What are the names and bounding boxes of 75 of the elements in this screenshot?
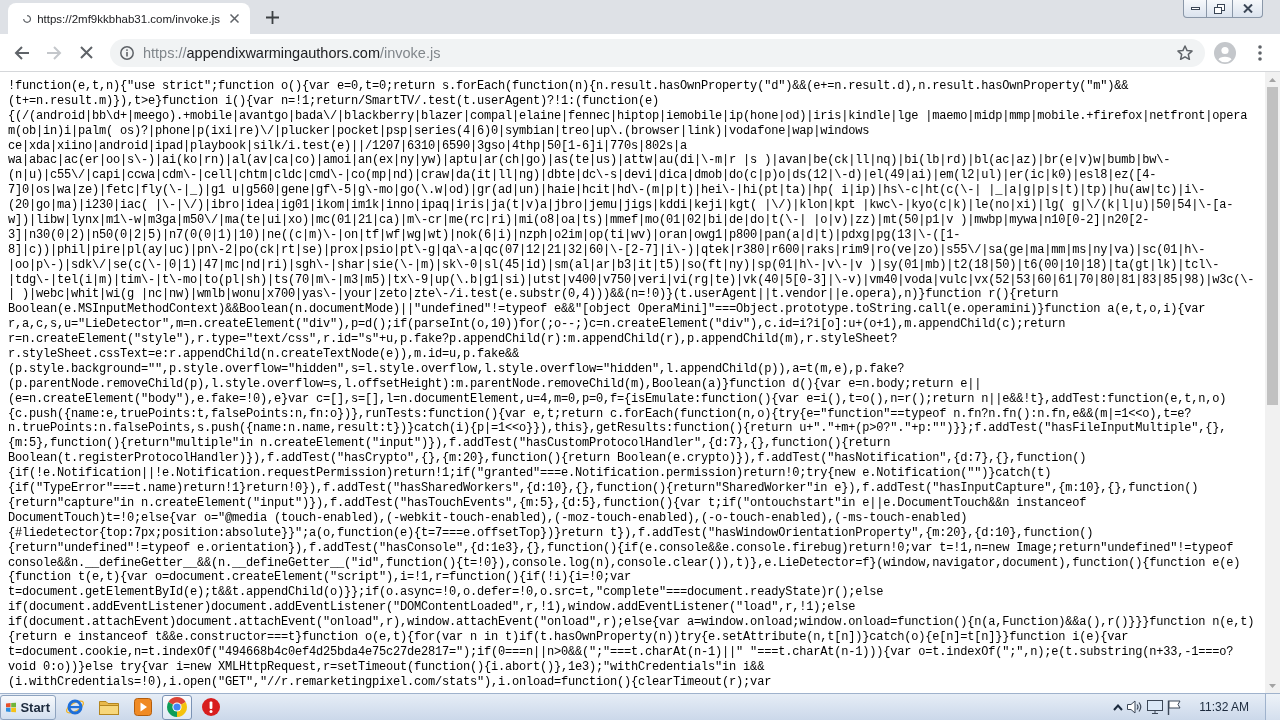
minimize-button[interactable] xyxy=(1183,0,1207,18)
circle-logo-icon xyxy=(167,697,187,717)
code-line: (20|go|ma)|i230|iac( |\-|\/)|ibro|idea|ig01|ikom|im1k|inno|ipaq|iris|ja(t|v)a|jbro|jemu|jigs|kddi|keji|kgt( |\/)|klon|kpt |kwc\-|kyo(c|k)|le(no|xi)|lg( g|\/(k|l|u)|50|54|\-[a- xyxy=(8,198,1234,213)
avatar-icon xyxy=(1214,41,1236,64)
code-line: console&&n.__defineGetter__&&(n.__defineGetter__("id",function(){t=!0}),console.log(n),console.clear()),t)},e.LieDetector=f}(window,navigator,document),function(){function e(e) xyxy=(8,555,1241,571)
code-line: if(document.attachEvent)document.attachEvent("onload",r),window.attachEvent("onload",r);else{var a=window.onload;window.onload=function(){n(a,Function)&&a(),r()}}}function n(e,t) xyxy=(8,615,1255,630)
code-line: {return e instanceof t&&e.constructor===t}function o(e,t){for(var n in t)if(t.hasOwnProperty(n))try{e.setAttribute(n,t[n])}catch(o){e[n]=t[n]}}function i(e){var xyxy=(8,629,1129,645)
code-line: m(ob|in)i|palm( os)?|phone|p(ixi|re)\/|plucker|pocket|psp|series(4|6)0|symbian|treo|up\.(browser|link)|vodafone|wap|windows xyxy=(8,123,870,139)
chevron-up-icon xyxy=(1113,703,1124,711)
plus-icon xyxy=(265,10,279,24)
code-line: {if(!e.Notification||!e.Notification.requestPermission)return!1;if("granted"===e.Notification.permission)return!0;try{new e.Notification("")}catch(t) xyxy=(8,466,1052,482)
code-line: 7]0|os|wa|ze)|fetc|fly(\-|_)|g1 u|g560|gene|gf\-5|g\-mo|go(\.w|od)|gr(ad|un)|haie|hcit|hd\-(m|p|t)|hei\-|hi(pt|ta)|hp( i|ip)|hs\-c|ht(c(\-| |_|a|g|p|s|t)|tp)|hu(aw|tc)|i\- xyxy=(8,183,1206,199)
code-line: if(document.addEventListener)document.addEventListener("DOMContentLoaded",r,!1),window.addEventListener("load",r,!1);else xyxy=(8,600,856,616)
taskbar-clock[interactable]: 11:32 AM xyxy=(1199,700,1249,714)
code-line: t=document.getElementById(e);t&&t.appendChild(o)}};if(o.async=!0,o.defer=!0,o.src=t,"complete"===document.readyState)r();else xyxy=(8,585,884,601)
code-line: {#liedetector{top:7px;position:absolute}}";a(o,function(e){t=7===e.offsetTop})}return t}),f.addTest("hasWindowOrientationProperty",{m:20},{d:10},function() xyxy=(8,525,1094,541)
tab-title: https://2mf9kkbhab31.com/invoke.js xyxy=(37,12,220,25)
close-window-button[interactable] xyxy=(1233,0,1263,18)
code-line: | )|webc|whit|wi(g |nc|nw)|wmlb|wonu|x700|yas\-|your|zeto|zte\-/i.test(e.substr(0,4)))&&(n=!0)}(t.userAgent||t.vendor||e.opera),n)}function r(){return xyxy=(8,287,1059,303)
close-icon xyxy=(1242,4,1253,13)
speaker-icon xyxy=(1127,700,1144,714)
exclamation-icon xyxy=(202,698,220,716)
code-line: r=n.createElement("style"),r.type="text/css",r.id="s"+u,p.fake?p.appendChild(r):m.appendChild(r),p.appendChild(m),r.styleSheet? xyxy=(8,332,898,348)
play-icon xyxy=(134,698,152,716)
code-line: {if("TypeError"===t.name)return!1}return!0}),f.addTest("hasSharedWorkers",{d:10},{},function(){return"SharedWorker"in e}),f.addTest("hasInputCapture",{m:10},{},function() xyxy=(8,481,1199,496)
code-line: (e=n.createElement("body"),e.fake=!0),e}var c=[],s=[],l=n.documentElement,u=4,m=0,p=0,f={isEmulate:function(){var e=i(),t=o(),n=r();return n||e&&!t},addTest:function(e,t,n,o) xyxy=(8,391,1227,407)
close-icon xyxy=(229,14,239,23)
code-line: n.truePoints:n.falsePoints,s.push({name:n.name,result:t})}catch(i){p|=1<<o}}),this},getResults:function(){return u+"."+m+(p>0?"."+p:"")}};f.addTest("hasFileInputMultiple",{}, xyxy=(8,421,1227,437)
caret-up-icon xyxy=(1269,77,1276,82)
cross-icon xyxy=(79,46,93,59)
arrow-left-icon xyxy=(14,45,30,60)
code-line: {return"capture"in n.createElement("input")}),f.addTest("hasTouchEvents",{m:5},{d:5},function(){var t;if("ontouchstart"in e||e.DocumentTouch&&n instanceof xyxy=(8,495,1087,511)
code-line: r.styleSheet.cssText=e:r.appendChild(n.createTextNode(e)),m.id=u,p.fake&& xyxy=(8,347,520,362)
start-button[interactable]: Start xyxy=(0,694,56,720)
code-line: DocumentTouch)t=!0;else{var o="@media (touch-enabled),(-webkit-touch-enabled),(-moz-touch-enabled),(-o-touch-enabled),(-ms-touch-enabled) xyxy=(8,510,968,526)
code-line: t=document.cookie,n=t.indexOf("494668b4c0ef4d25bda4e75c27de2817=");if(0===n||n>0&&(";"===t.charAt(n-1)||" "===t.charAt(n-1))){var o=t.indexOf(";",n);e(t.substring(n+33,-1===o? xyxy=(8,644,1234,660)
monitor-icon xyxy=(1147,700,1164,714)
code-line: 8]|c))|phil|pire|pl(ay|uc)|pn\-2|po(ck|rt|se)|prox|psio|pt\-g|qa\-a|qc(07|12|21|32|60|\-[2-7]|i\-)|qtek|r380|r600|raks|rim9|ro(ve|zo)|s55\/|sa(ge|ma|mm|ms|ny|va)|sc(01|h\- xyxy=(8,242,1206,258)
code-line: |tdg\-|tel(i|m)|tim\-|t\-mo|to(pl|sh)|ts(70|m\-|m3|m5)|tx\-9|up(\.b|g1|si)|utst|v400|v750|veri|vi(rg|te)|vk(40|5[0-3]|\-v)|vm40|voda|vulc|vx(52|53|60|61|70|80|81|83|85|98)|w3c(\- xyxy=(8,272,1255,288)
code-line: (n|u)|c55\/|capi|ccwa|cdm\-|cell|chtm|cldc|cmd\-|co(mp|nd)|craw|da(it|ll|ng)|dbte|dc\-s|devi|dica|dmob|do(c|p)o|ds(12|\-d)|el(49|ai)|em(l2|ul)|er(ic|k0)|esl8|ez([4- xyxy=(8,168,1157,184)
folder-icon xyxy=(99,699,119,715)
code-line: !function(e,t,n){"use strict";function o(){var e=0,t=0;return s.forEach(function(n){n.result.hasOwnProperty("d")&&(e+=n.result.d),n.result.hasOwnProperty("m")&& xyxy=(8,79,1129,94)
code-line: {(/(android|bb\d+|meego).+mobile|avantgo|bada\/|blackberry|blazer|compal|elaine|fennec|hiptop|iemobile|ip(hone|od)|iris|kindle|lge |maemo|midp|mmp|mobile.+firefox|netfront|opera xyxy=(8,108,1248,124)
code-line: {m:5},function(){return"multiple"in n.createElement("input")}),f.addTest("hasCustomProtocolHandler",{d:7},{},function(){return xyxy=(8,436,891,452)
code-line: Boolean(t.registerProtocolHandler)}),f.addTest("hasCrypto",{},{m:20},function(){return Boolean(e.crypto)}),f.addTest("hasNotification",{d:7},{},function() xyxy=(8,451,1087,467)
flag-icon xyxy=(1167,699,1182,715)
e-logo-icon xyxy=(65,697,85,717)
code-line: void 0:o))}else try{var i=new XMLHttpRequest,r=setTimeout(function(){i.abort()},1e3);"withCredentials"in i&& xyxy=(8,659,765,675)
taskbar-app-button[interactable] xyxy=(162,694,192,720)
code-line: (p.style.background="",p.style.overflow="hidden",s=l.style.overflow,l.style.overflow="hidden",l.appendChild(p)),a=t(m,e),p.fake? xyxy=(8,361,905,377)
code-line: {c.push({name:e,truePoints:t,falsePoints:n,fn:o})},runTests:function(){var e,t;return c.forEach(function(n,o){try{e="function"==typeof n.fn?n.fn():n.fn,e&&(m|=1<<o),t=e? xyxy=(8,406,1192,422)
code-line: {function t(e,t){var o=document.createElement("script"),i=!1,r=function(){if(!i){i=!0;var xyxy=(8,570,632,586)
restore-button[interactable] xyxy=(1207,0,1233,18)
code-line: 3]|n30(0|2)|n50(0|2|5)|n7(0(0|1)|10)|ne((c|m)\-|on|tf|wf|wg|wt)|nok(6|i)|nzph|o2im|op(ti|wv)|oran|owg1|p800|pan(a|d|t)|pdxg|pg(13|\-([1- xyxy=(8,227,961,243)
info-icon xyxy=(120,45,134,60)
address-bar[interactable]: https://appendixwarmingauthors.com/invoke.js xyxy=(110,38,1205,67)
menu-icon xyxy=(1258,44,1262,61)
caret-down-icon xyxy=(1269,683,1276,688)
code-line: (t+=n.result.m)}),t>e}function i(){var n=!1;return/SmartTV/.test(t.userAgent)?!1:(function(e) xyxy=(8,93,660,109)
url-text: https://appendixwarmingauthors.com/invoke.js xyxy=(143,44,441,61)
minimize-icon xyxy=(1190,7,1200,10)
restore-icon xyxy=(1214,3,1225,14)
arrow-right-icon xyxy=(46,45,62,60)
code-line: |oo|p\-)|sdk\/|se(c(\-|0|1)|47|mc|nd|ri)|sgh\-|shar|sie(\-|m)|sk\-0|sl(45|id)|sm(al|ar|b3|it|t5)|so(ft|ny)|sp(01|h\-|v\-|v )|sy(01|mb)|t2(18|50)|t6(00|10|18)|ta(gt|lk)|tcl\- xyxy=(8,257,1220,273)
scrollbar-thumb[interactable] xyxy=(1267,87,1278,405)
code-line: (p.parentNode.removeChild(p),l.style.overflow=s,l.offsetHeight):m.parentNode.removeChild(m),Boolean(a)}function d(){var e=n.body;return e|| xyxy=(8,376,982,392)
code-line: wa|abac|ac(er|oo|s\-)|ai(ko|rn)|al(av|ca|co)|amoi|an(ex|ny|yw)|aptu|ar(ch|go)|as(te|us)|attw|au(di|\-m|r |s )|avan|be(ck|ll|nq)|bi(lb|rd)|bl(ac|az)|br(e|v)w|bumb|bw\- xyxy=(8,153,1171,169)
code-line: r,a,c,s,u="LieDetector",m=n.createElement("div"),p=d();if(parseInt(o,10))for(;o--;)c=n.createElement("div"),c.id=i?i[o]:u+(o+1),m.appendChild(c);return xyxy=(8,317,1066,333)
code-line: ce|xda|xiino|android|ipad|playbook|silk/i.test(e)||/1207|6310|6590|3gso|4thp|50[1-6]i|770s|802s|a xyxy=(8,138,688,154)
code-line: {return"undefined"!=typeof e.orientation}),f.addTest("hasConsole",{d:1e3},{},function(){if(e.console&&e.console.firebug)return!0;var t=!1,n=new Image;return"undefined"!=typeof xyxy=(8,540,1234,556)
browser-tab[interactable]: https://2mf9kkbhab31.com/invoke.js xyxy=(8,3,250,34)
star-icon[interactable] xyxy=(1177,44,1193,61)
code-line: Boolean(e.MSInputMethodContext)&&Boolean(n.documentMode)||"undefined"!=typeof e&&"[object OperaMini]"===Object.prototype.toString.call(e.operamini)}function a(e,t,o,i){var xyxy=(8,302,1206,318)
code-line: (i.withCredentials=!0),i.open("GET","//r.remarketingpixel.com/stats"),i.onload=function(){clearTimeout(r);var xyxy=(8,674,772,690)
code-line: w])|libw|lynx|m1\-w|m3ga|m50\/|ma(te|ui|xo)|mc(01|21|ca)|m\-cr|me(rc|ri)|mi(o8|oa|ts)|mmef|mo(01|02|bi|de|do|t(\-| |o|v)|zz)|mt(50|p1|v )|mwbp|mywa|n10[0-2]|n20[2- xyxy=(8,213,1150,228)
